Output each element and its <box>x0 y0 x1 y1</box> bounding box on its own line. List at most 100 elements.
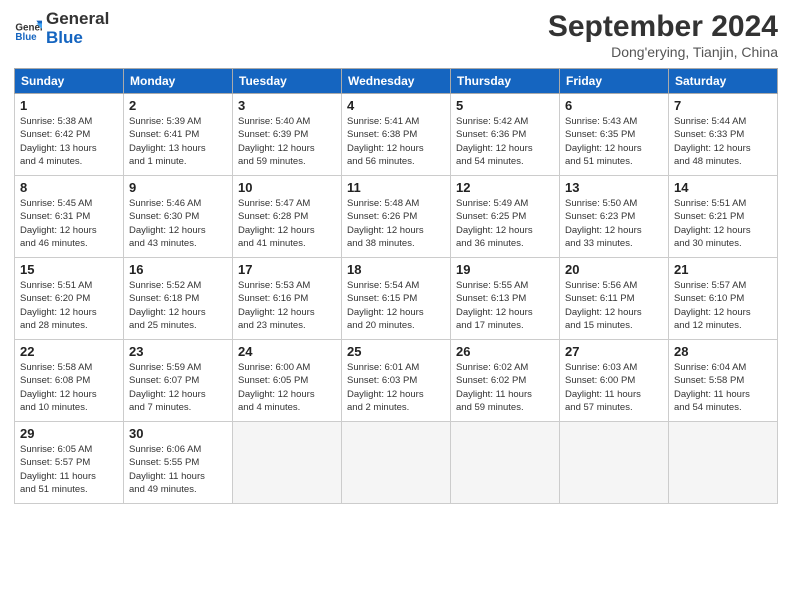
day-info: Sunrise: 5:48 AMSunset: 6:26 PMDaylight:… <box>347 197 445 250</box>
day-info: Sunrise: 5:51 AMSunset: 6:20 PMDaylight:… <box>20 279 118 332</box>
day-info: Sunrise: 5:54 AMSunset: 6:15 PMDaylight:… <box>347 279 445 332</box>
day-info: Sunrise: 5:57 AMSunset: 6:10 PMDaylight:… <box>674 279 772 332</box>
day-info: Sunrise: 5:47 AMSunset: 6:28 PMDaylight:… <box>238 197 336 250</box>
table-row: 29 Sunrise: 6:05 AMSunset: 5:57 PMDaylig… <box>15 422 124 504</box>
month-title: September 2024 <box>548 10 778 44</box>
day-info: Sunrise: 5:52 AMSunset: 6:18 PMDaylight:… <box>129 279 227 332</box>
day-info: Sunrise: 5:43 AMSunset: 6:35 PMDaylight:… <box>565 115 663 168</box>
day-number: 3 <box>238 98 336 113</box>
table-row: 10 Sunrise: 5:47 AMSunset: 6:28 PMDaylig… <box>233 176 342 258</box>
table-row: 2 Sunrise: 5:39 AMSunset: 6:41 PMDayligh… <box>124 94 233 176</box>
table-row: 13 Sunrise: 5:50 AMSunset: 6:23 PMDaylig… <box>560 176 669 258</box>
table-row: 27 Sunrise: 6:03 AMSunset: 6:00 PMDaylig… <box>560 340 669 422</box>
table-row: 8 Sunrise: 5:45 AMSunset: 6:31 PMDayligh… <box>15 176 124 258</box>
logo: General Blue General Blue <box>14 10 109 47</box>
day-info: Sunrise: 5:59 AMSunset: 6:07 PMDaylight:… <box>129 361 227 414</box>
table-row: 11 Sunrise: 5:48 AMSunset: 6:26 PMDaylig… <box>342 176 451 258</box>
table-row <box>342 422 451 504</box>
table-row <box>560 422 669 504</box>
calendar-week-row: 22 Sunrise: 5:58 AMSunset: 6:08 PMDaylig… <box>15 340 778 422</box>
calendar-week-row: 8 Sunrise: 5:45 AMSunset: 6:31 PMDayligh… <box>15 176 778 258</box>
day-info: Sunrise: 5:55 AMSunset: 6:13 PMDaylight:… <box>456 279 554 332</box>
day-info: Sunrise: 6:06 AMSunset: 5:55 PMDaylight:… <box>129 443 227 496</box>
table-row: 25 Sunrise: 6:01 AMSunset: 6:03 PMDaylig… <box>342 340 451 422</box>
logo-text-line1: General <box>46 10 109 29</box>
day-number: 24 <box>238 344 336 359</box>
day-number: 16 <box>129 262 227 277</box>
day-info: Sunrise: 6:03 AMSunset: 6:00 PMDaylight:… <box>565 361 663 414</box>
table-row: 17 Sunrise: 5:53 AMSunset: 6:16 PMDaylig… <box>233 258 342 340</box>
table-row: 6 Sunrise: 5:43 AMSunset: 6:35 PMDayligh… <box>560 94 669 176</box>
day-number: 19 <box>456 262 554 277</box>
col-saturday: Saturday <box>669 69 778 94</box>
table-row <box>451 422 560 504</box>
day-number: 26 <box>456 344 554 359</box>
day-number: 12 <box>456 180 554 195</box>
day-number: 23 <box>129 344 227 359</box>
table-row: 22 Sunrise: 5:58 AMSunset: 6:08 PMDaylig… <box>15 340 124 422</box>
day-number: 5 <box>456 98 554 113</box>
day-number: 6 <box>565 98 663 113</box>
day-number: 13 <box>565 180 663 195</box>
day-number: 22 <box>20 344 118 359</box>
col-tuesday: Tuesday <box>233 69 342 94</box>
day-info: Sunrise: 5:40 AMSunset: 6:39 PMDaylight:… <box>238 115 336 168</box>
table-row: 16 Sunrise: 5:52 AMSunset: 6:18 PMDaylig… <box>124 258 233 340</box>
calendar-week-row: 29 Sunrise: 6:05 AMSunset: 5:57 PMDaylig… <box>15 422 778 504</box>
col-monday: Monday <box>124 69 233 94</box>
day-number: 1 <box>20 98 118 113</box>
day-info: Sunrise: 5:50 AMSunset: 6:23 PMDaylight:… <box>565 197 663 250</box>
day-number: 14 <box>674 180 772 195</box>
table-row: 5 Sunrise: 5:42 AMSunset: 6:36 PMDayligh… <box>451 94 560 176</box>
table-row: 3 Sunrise: 5:40 AMSunset: 6:39 PMDayligh… <box>233 94 342 176</box>
day-number: 21 <box>674 262 772 277</box>
table-row: 26 Sunrise: 6:02 AMSunset: 6:02 PMDaylig… <box>451 340 560 422</box>
day-number: 27 <box>565 344 663 359</box>
day-info: Sunrise: 5:51 AMSunset: 6:21 PMDaylight:… <box>674 197 772 250</box>
day-number: 20 <box>565 262 663 277</box>
table-row: 14 Sunrise: 5:51 AMSunset: 6:21 PMDaylig… <box>669 176 778 258</box>
header: General Blue General Blue September 2024… <box>14 10 778 60</box>
day-info: Sunrise: 5:45 AMSunset: 6:31 PMDaylight:… <box>20 197 118 250</box>
day-number: 18 <box>347 262 445 277</box>
day-info: Sunrise: 5:44 AMSunset: 6:33 PMDaylight:… <box>674 115 772 168</box>
day-number: 10 <box>238 180 336 195</box>
svg-text:Blue: Blue <box>15 32 37 43</box>
day-number: 29 <box>20 426 118 441</box>
day-info: Sunrise: 5:38 AMSunset: 6:42 PMDaylight:… <box>20 115 118 168</box>
table-row: 30 Sunrise: 6:06 AMSunset: 5:55 PMDaylig… <box>124 422 233 504</box>
day-number: 7 <box>674 98 772 113</box>
day-number: 25 <box>347 344 445 359</box>
table-row: 21 Sunrise: 5:57 AMSunset: 6:10 PMDaylig… <box>669 258 778 340</box>
day-info: Sunrise: 5:49 AMSunset: 6:25 PMDaylight:… <box>456 197 554 250</box>
day-number: 4 <box>347 98 445 113</box>
day-info: Sunrise: 6:01 AMSunset: 6:03 PMDaylight:… <box>347 361 445 414</box>
table-row: 4 Sunrise: 5:41 AMSunset: 6:38 PMDayligh… <box>342 94 451 176</box>
page: General Blue General Blue September 2024… <box>0 0 792 612</box>
day-info: Sunrise: 5:58 AMSunset: 6:08 PMDaylight:… <box>20 361 118 414</box>
day-info: Sunrise: 6:02 AMSunset: 6:02 PMDaylight:… <box>456 361 554 414</box>
day-info: Sunrise: 5:46 AMSunset: 6:30 PMDaylight:… <box>129 197 227 250</box>
table-row: 18 Sunrise: 5:54 AMSunset: 6:15 PMDaylig… <box>342 258 451 340</box>
day-info: Sunrise: 5:56 AMSunset: 6:11 PMDaylight:… <box>565 279 663 332</box>
table-row: 28 Sunrise: 6:04 AMSunset: 5:58 PMDaylig… <box>669 340 778 422</box>
table-row: 19 Sunrise: 5:55 AMSunset: 6:13 PMDaylig… <box>451 258 560 340</box>
location: Dong'erying, Tianjin, China <box>548 44 778 60</box>
logo-icon: General Blue <box>14 15 42 43</box>
day-number: 28 <box>674 344 772 359</box>
calendar-week-row: 1 Sunrise: 5:38 AMSunset: 6:42 PMDayligh… <box>15 94 778 176</box>
table-row: 24 Sunrise: 6:00 AMSunset: 6:05 PMDaylig… <box>233 340 342 422</box>
day-number: 8 <box>20 180 118 195</box>
col-sunday: Sunday <box>15 69 124 94</box>
table-row: 1 Sunrise: 5:38 AMSunset: 6:42 PMDayligh… <box>15 94 124 176</box>
day-number: 15 <box>20 262 118 277</box>
title-block: September 2024 Dong'erying, Tianjin, Chi… <box>548 10 778 60</box>
day-info: Sunrise: 6:05 AMSunset: 5:57 PMDaylight:… <box>20 443 118 496</box>
calendar-header-row: Sunday Monday Tuesday Wednesday Thursday… <box>15 69 778 94</box>
table-row: 23 Sunrise: 5:59 AMSunset: 6:07 PMDaylig… <box>124 340 233 422</box>
day-number: 30 <box>129 426 227 441</box>
day-info: Sunrise: 5:39 AMSunset: 6:41 PMDaylight:… <box>129 115 227 168</box>
day-info: Sunrise: 5:42 AMSunset: 6:36 PMDaylight:… <box>456 115 554 168</box>
table-row: 12 Sunrise: 5:49 AMSunset: 6:25 PMDaylig… <box>451 176 560 258</box>
col-friday: Friday <box>560 69 669 94</box>
